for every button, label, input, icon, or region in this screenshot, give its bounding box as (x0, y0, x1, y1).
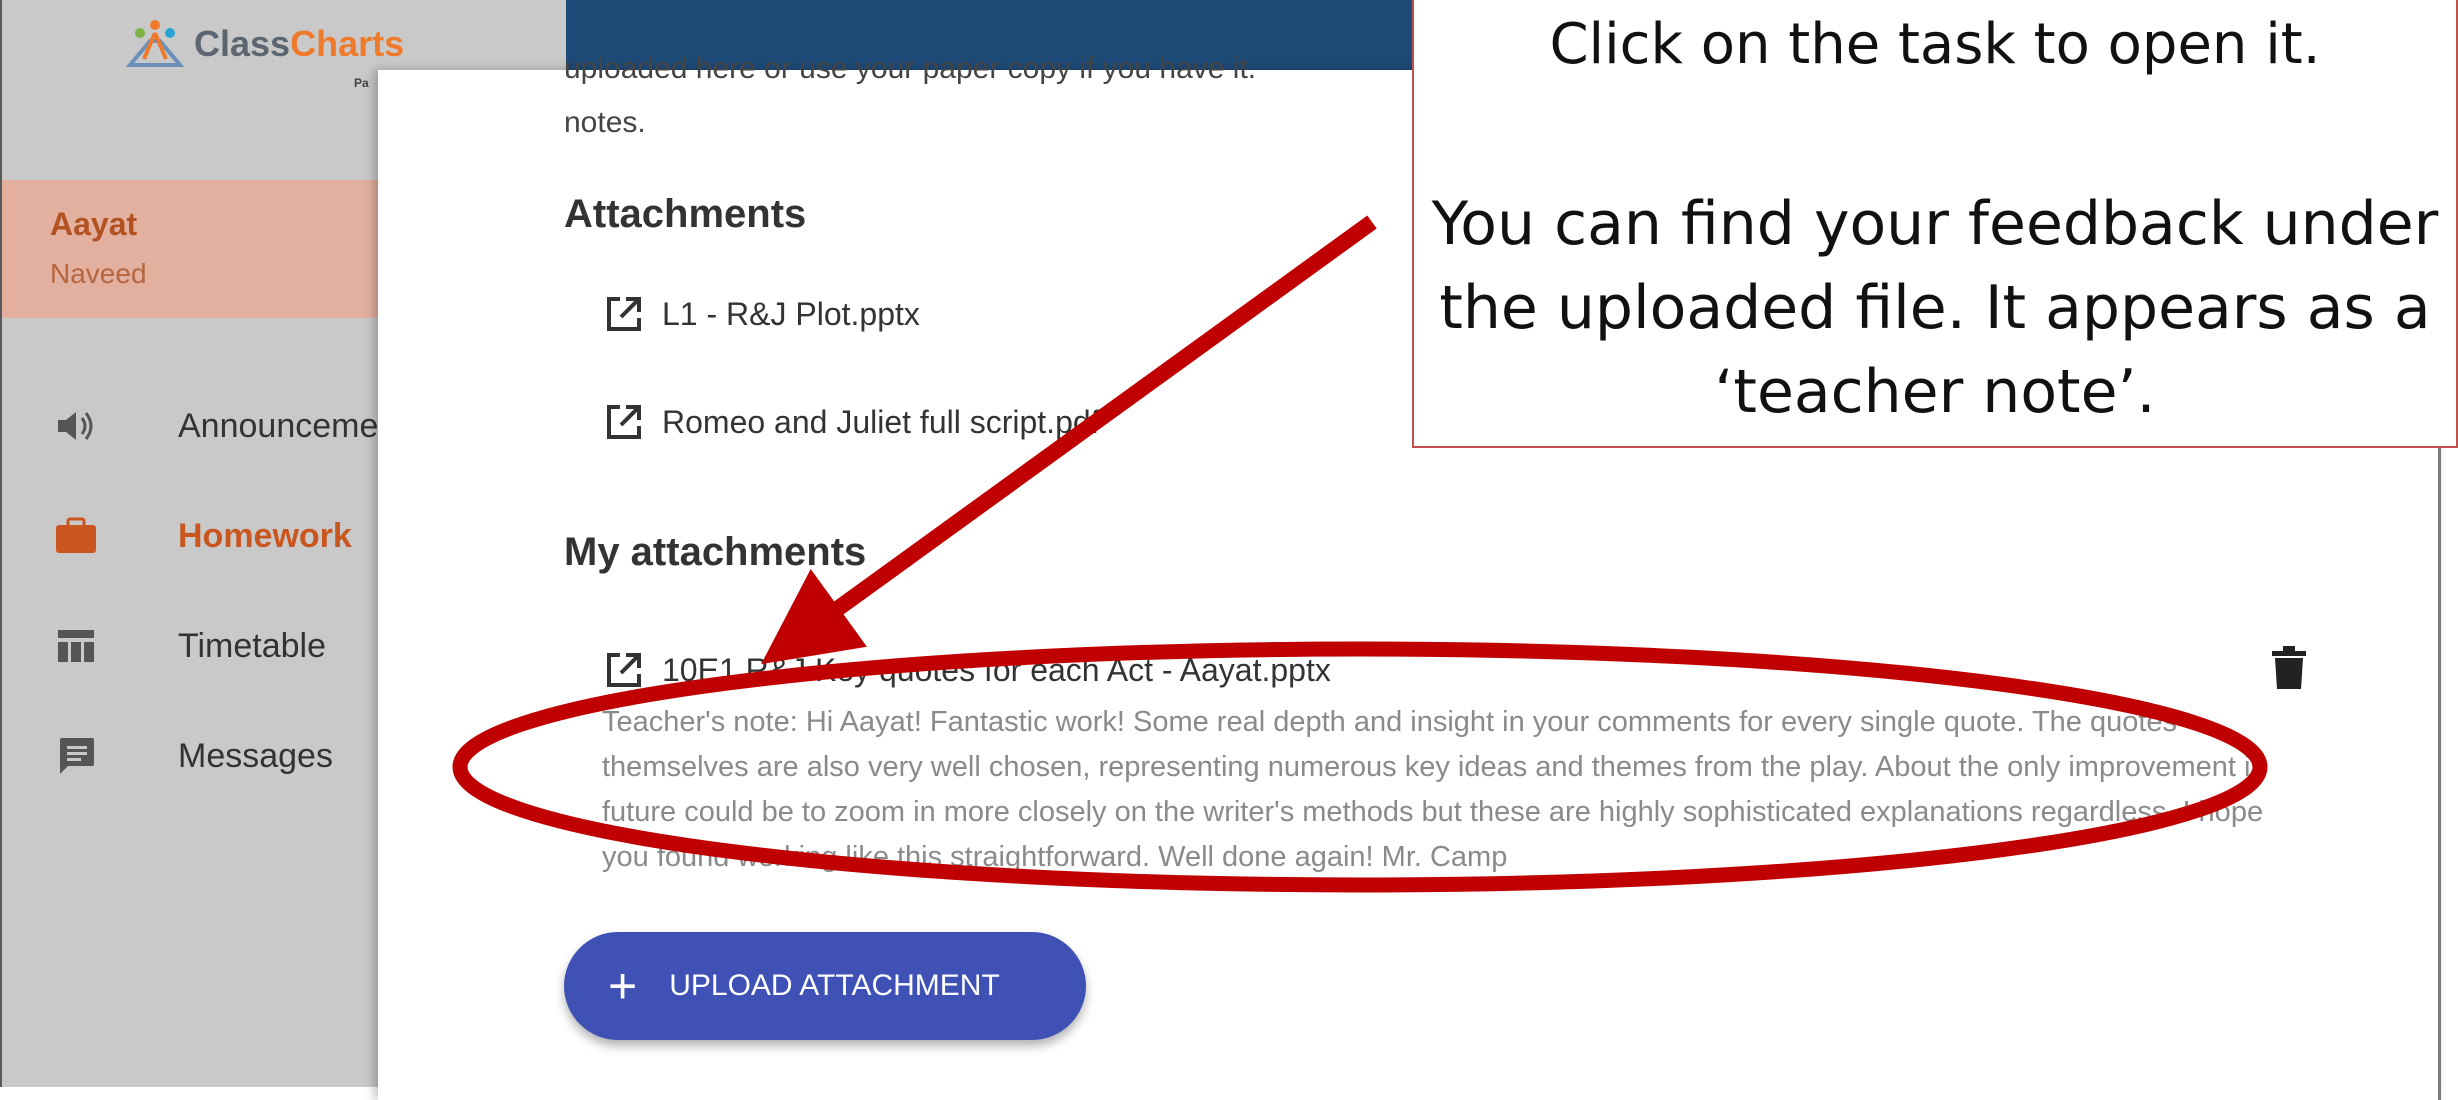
task-description-end: notes. (564, 106, 646, 139)
speaker-icon (54, 404, 98, 448)
people-logo-icon (126, 20, 184, 67)
user-last-name: Naveed (50, 258, 147, 289)
delete-icon[interactable] (2270, 645, 2308, 691)
sidebar-item-label: Messages (178, 736, 333, 775)
logo-subtitle: Pa (354, 76, 369, 90)
open-external-icon (607, 297, 641, 331)
instruction-callout: Click on the task to open it. You can fi… (1412, 0, 2458, 448)
attachment-link[interactable]: Romeo and Juliet full script.pdf (604, 400, 1100, 444)
open-external-icon (607, 405, 641, 439)
plus-icon: + (608, 958, 638, 1014)
task-description-line: uploaded here or use your paper copy if … (564, 52, 1257, 85)
sidebar-item-label: Homework (178, 516, 352, 555)
user-first-name: Aayat (50, 206, 138, 242)
sidebar-item-label: Timetable (178, 626, 327, 665)
callout-line-2: You can find your feedback under the upl… (1431, 189, 2439, 427)
my-attachments-heading: My attachments (564, 530, 867, 574)
callout-line-1: Click on the task to open it. (1549, 12, 2321, 77)
chat-icon (54, 734, 98, 778)
logo-text-charts: Charts (290, 23, 405, 64)
attachment-filename: L1 - R&J Plot.pptx (662, 295, 920, 332)
attachment-link[interactable]: L1 - R&J Plot.pptx (604, 292, 920, 336)
upload-attachment-label: UPLOAD ATTACHMENT (669, 969, 1000, 1002)
my-attachment-link[interactable]: 10E1 R&J Key quotes for each Act - Aayat… (604, 648, 1331, 692)
attachment-filename: Romeo and Juliet full script.pdf (662, 403, 1100, 440)
timetable-icon (54, 624, 98, 668)
my-attachment-filename: 10E1 R&J Key quotes for each Act - Aayat… (662, 651, 1331, 688)
briefcase-icon (54, 514, 98, 558)
upload-attachment-button[interactable]: + UPLOAD ATTACHMENT (564, 932, 1086, 1040)
classcharts-logo[interactable]: Class Charts (126, 14, 404, 74)
teacher-note: Teacher's note: Hi Aayat! Fantastic work… (602, 706, 2267, 873)
logo-text-class: Class (194, 23, 291, 64)
attachments-heading: Attachments (564, 192, 807, 236)
open-external-icon (607, 653, 641, 687)
